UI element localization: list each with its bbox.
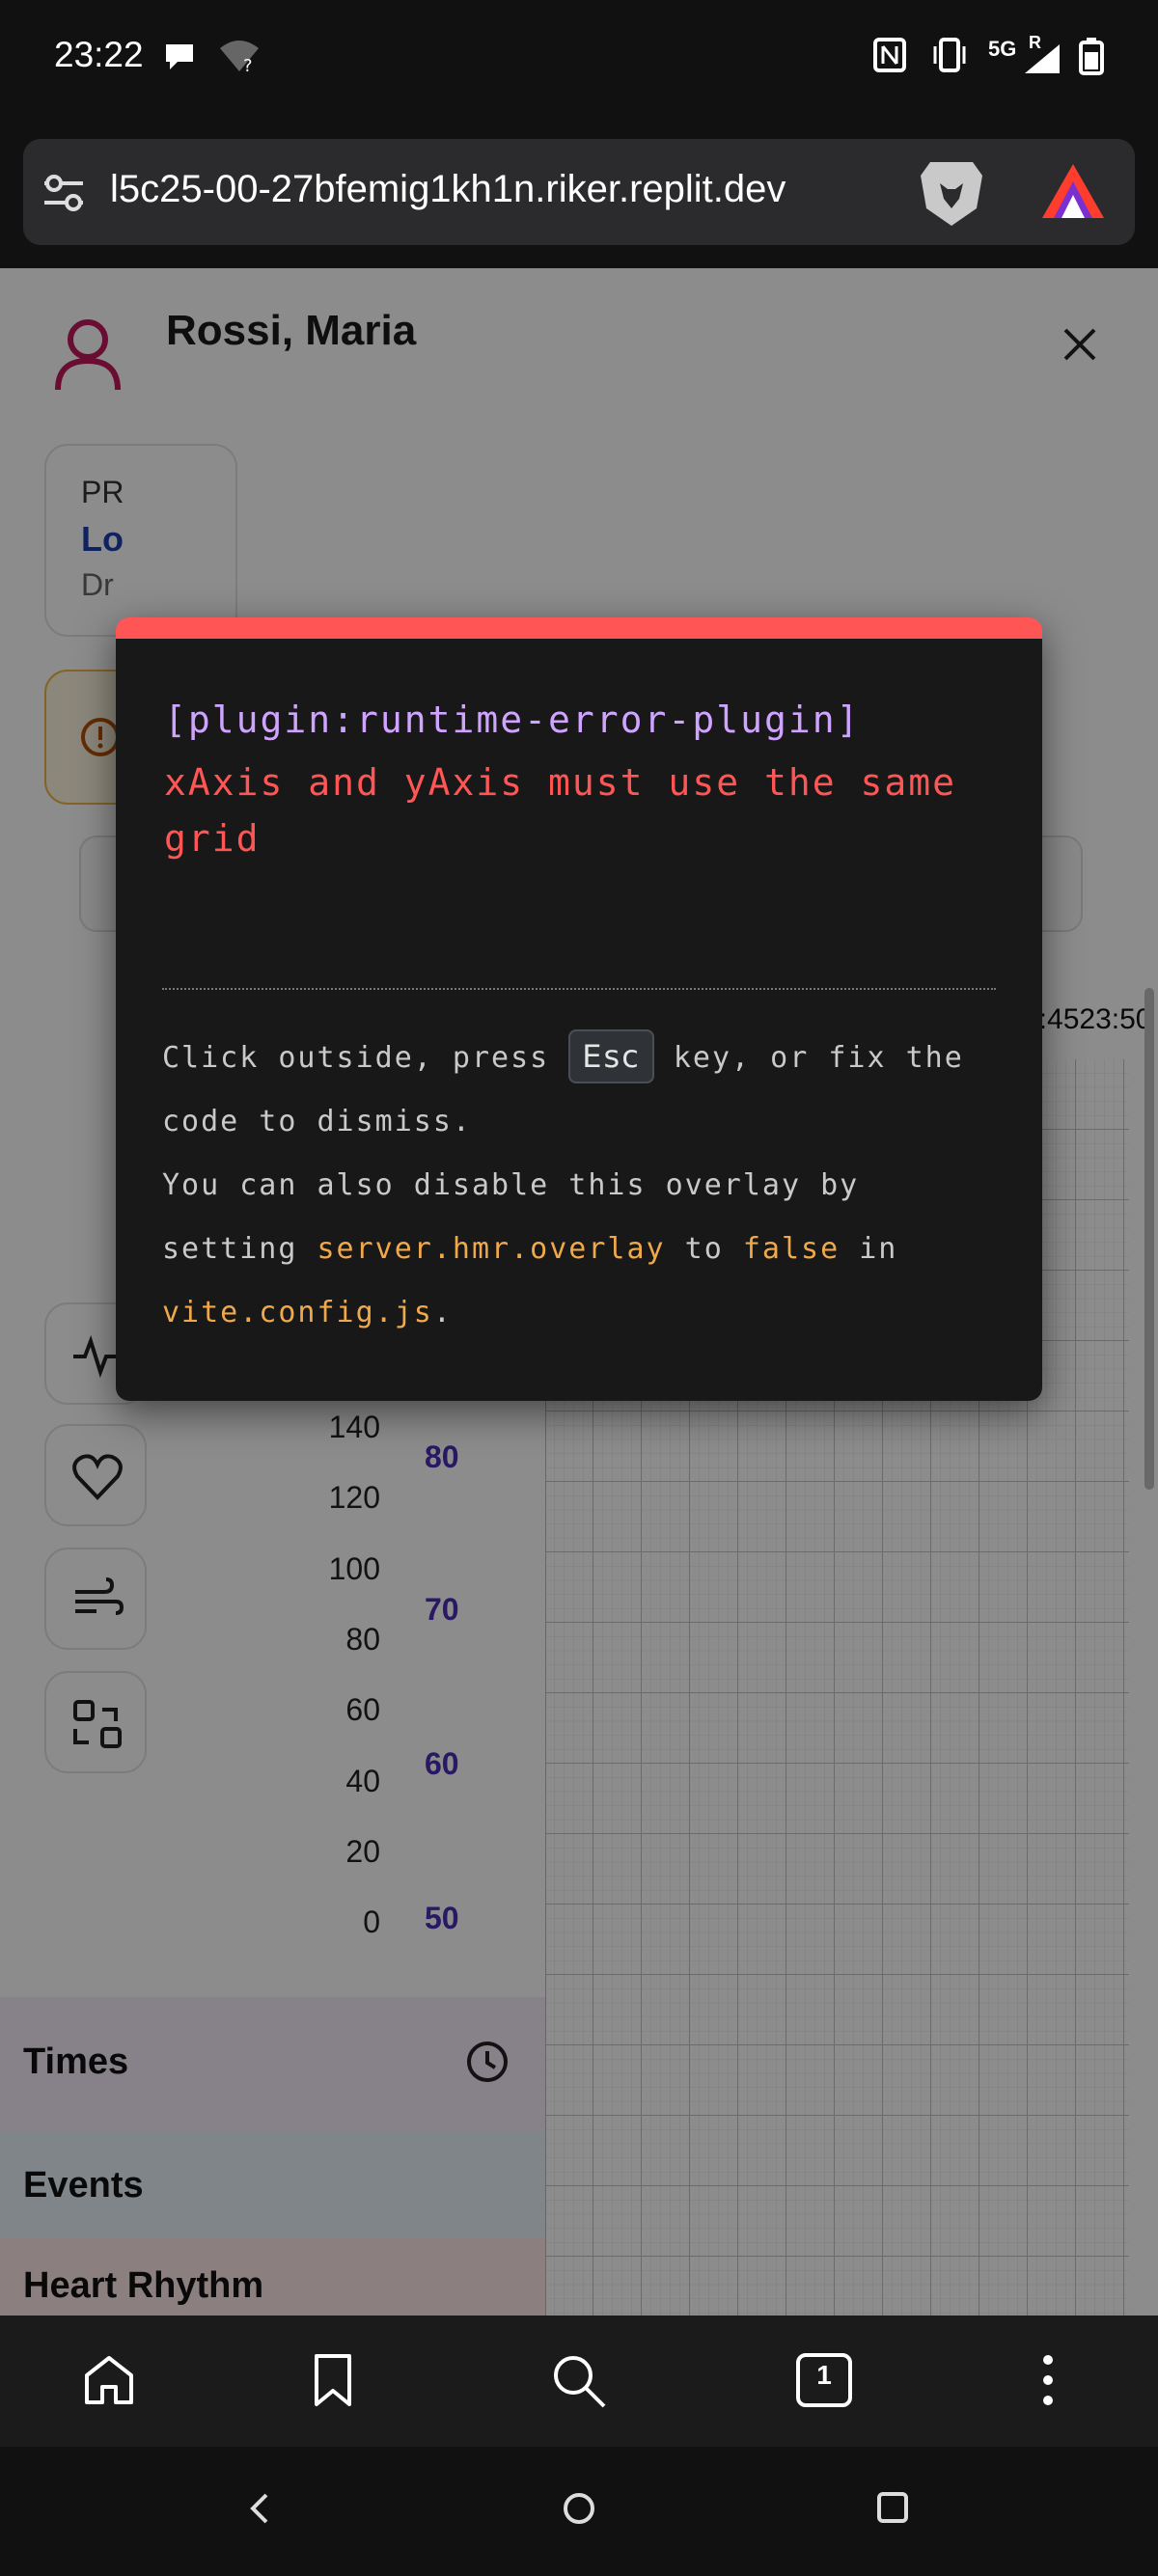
code-text: vite.config.js	[162, 1296, 433, 1329]
signal-icon	[1023, 42, 1062, 79]
tip-text: Click outside, press	[162, 1041, 550, 1075]
brave-rewards-icon[interactable]	[1040, 162, 1106, 226]
web-page: Rossi, Maria PR Lo Dr 3:4523:50 220 200 …	[0, 268, 1158, 2316]
status-time: 23:22	[54, 35, 144, 74]
svg-text:?: ?	[243, 56, 253, 73]
error-plugin: [plugin:runtime-error-plugin]	[164, 699, 861, 741]
system-nav-bar	[0, 2447, 1158, 2576]
tip-text: in	[859, 1232, 898, 1266]
error-message: xAxis and yAxis must use the same grid	[164, 761, 956, 860]
tip-text: to	[684, 1232, 724, 1266]
error-overlay: [plugin:runtime-error-plugin] xAxis and …	[116, 617, 1042, 1401]
home-icon[interactable]	[81, 2352, 137, 2412]
browser-toolbar: l5c25-00-27bfemig1kh1n.riker.replit.dev	[0, 116, 1158, 268]
esc-key: Esc	[568, 1029, 654, 1083]
chat-bubble-icon	[162, 41, 197, 77]
back-icon[interactable]	[245, 2491, 274, 2530]
url-text[interactable]: l5c25-00-27bfemig1kh1n.riker.replit.dev	[110, 168, 911, 211]
code-text: server.hmr.overlay	[317, 1232, 666, 1266]
tabs-icon[interactable]: 1	[795, 2352, 853, 2412]
divider	[162, 988, 996, 990]
wifi-question-icon: ?	[218, 39, 261, 77]
network-label: 5G	[988, 37, 1017, 61]
home-circle-icon[interactable]	[562, 2491, 596, 2530]
recents-icon[interactable]	[876, 2491, 909, 2528]
search-icon[interactable]	[550, 2352, 608, 2414]
bookmark-icon[interactable]	[309, 2352, 357, 2412]
more-icon[interactable]	[1038, 2352, 1058, 2412]
site-settings-icon[interactable]	[41, 172, 87, 218]
tab-count: 1	[816, 2360, 832, 2390]
browser-bottom-bar: 1	[0, 2316, 1158, 2447]
brave-shield-icon[interactable]	[917, 156, 986, 233]
status-bar: 23:22 ? 5G R	[0, 0, 1158, 116]
nfc-icon	[872, 37, 907, 77]
tip-text: .	[432, 1296, 453, 1329]
address-bar[interactable]: l5c25-00-27bfemig1kh1n.riker.replit.dev	[23, 139, 1135, 245]
vibrate-icon	[930, 37, 969, 77]
error-tip: Click outside, press Esc key, or fix the…	[162, 1027, 1011, 1345]
battery-icon	[1079, 37, 1104, 79]
code-text: false	[742, 1232, 841, 1266]
